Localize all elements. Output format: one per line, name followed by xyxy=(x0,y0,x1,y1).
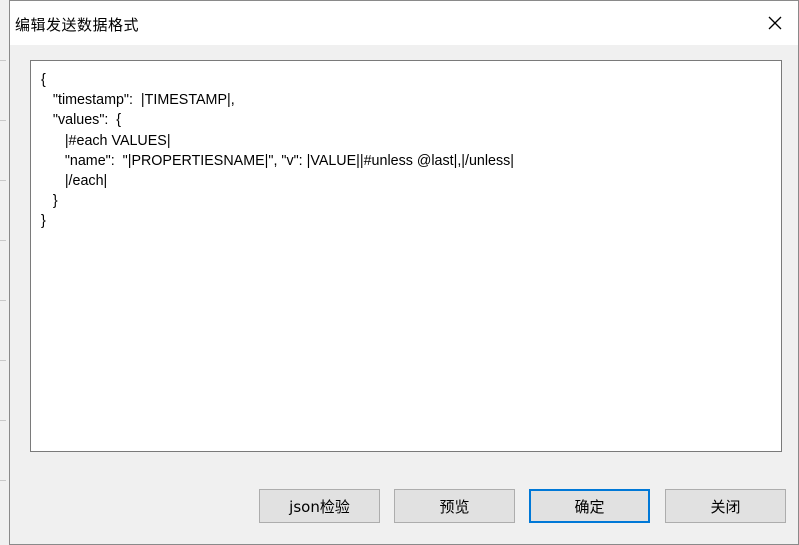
close-icon xyxy=(768,16,782,30)
edit-send-format-dialog: 编辑发送数据格式 { "timestamp": |TIMESTAMP|, "va… xyxy=(9,0,799,545)
json-check-button[interactable]: json检验 xyxy=(259,489,380,523)
code-line: "timestamp": |TIMESTAMP|, xyxy=(41,92,235,109)
dialog-title: 编辑发送数据格式 xyxy=(15,16,140,34)
code-line: } xyxy=(41,193,58,210)
code-line: "name": "|PROPERTIESNAME|", "v": |VALUE|… xyxy=(41,152,515,169)
close-window-button[interactable] xyxy=(752,1,798,45)
preview-button[interactable]: 预览 xyxy=(394,489,515,523)
code-line: { xyxy=(41,72,46,88)
code-line: "values": { xyxy=(41,112,122,129)
data-format-textarea[interactable]: { "timestamp": |TIMESTAMP|, "values": { … xyxy=(30,60,782,452)
code-line: |/each| xyxy=(41,173,108,190)
close-button[interactable]: 关闭 xyxy=(665,489,786,523)
code-line: } xyxy=(41,213,46,230)
ok-button[interactable]: 确定 xyxy=(529,489,650,523)
title-bar[interactable]: 编辑发送数据格式 xyxy=(10,1,798,45)
editor-content: { "timestamp": |TIMESTAMP|, "values": { … xyxy=(31,61,781,232)
code-line: |#each VALUES| xyxy=(41,132,171,149)
